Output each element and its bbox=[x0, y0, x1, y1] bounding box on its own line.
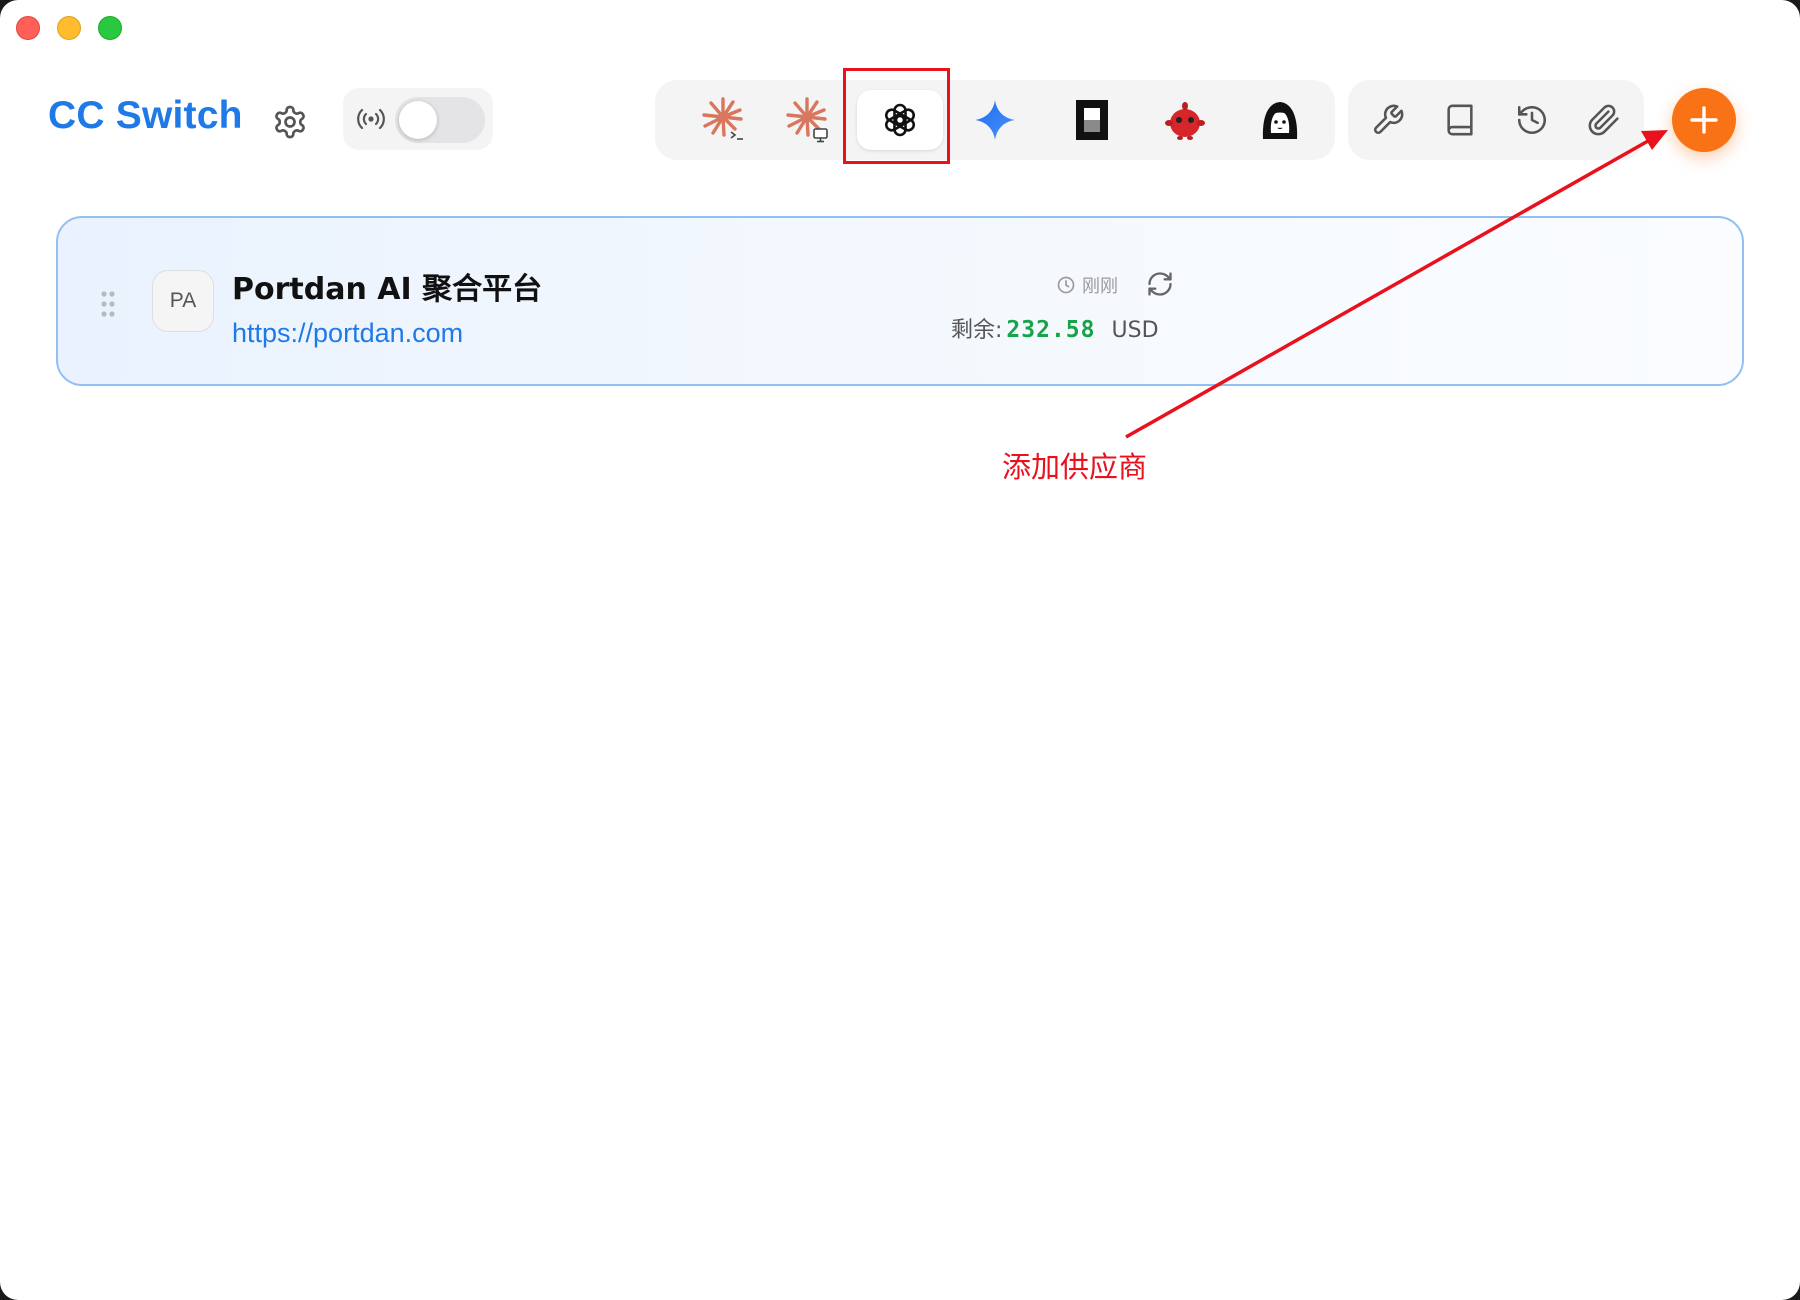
plus-icon bbox=[1690, 106, 1718, 134]
provider-url-link[interactable]: https://portdan.com bbox=[232, 318, 463, 349]
tools-button[interactable] bbox=[1364, 96, 1412, 144]
last-updated-text: 刚刚 bbox=[1082, 276, 1118, 297]
add-provider-button[interactable] bbox=[1672, 88, 1736, 152]
history-icon bbox=[1517, 105, 1547, 135]
last-updated: 刚刚 bbox=[1056, 272, 1118, 298]
proxy-toggle-switch[interactable] bbox=[395, 97, 485, 143]
app-window: CC Switch PA Portdan AI 聚合平台 https://por… bbox=[0, 0, 1800, 1300]
refresh-balance-button[interactable] bbox=[1146, 270, 1174, 298]
settings-button[interactable] bbox=[272, 104, 308, 140]
window-close-button[interactable] bbox=[16, 16, 40, 40]
provider-card[interactable]: PA Portdan AI 聚合平台 https://portdan.com 刚… bbox=[56, 216, 1744, 386]
tab-claude-code[interactable] bbox=[682, 90, 768, 150]
provider-name: Portdan AI 聚合平台 bbox=[232, 272, 543, 307]
claude-code-terminal-icon bbox=[702, 97, 743, 140]
gemini-sparkle-icon bbox=[975, 100, 1015, 140]
annotation-label: 添加供应商 bbox=[1002, 450, 1148, 484]
tab-gemini[interactable] bbox=[952, 90, 1038, 150]
app-tabs-group bbox=[655, 80, 1335, 160]
broadcast-icon bbox=[357, 108, 385, 130]
proxy-toggle-group bbox=[343, 88, 493, 150]
book-icon bbox=[1447, 104, 1473, 136]
tab-opencode[interactable] bbox=[1049, 90, 1135, 150]
balance-label: 剩余: bbox=[951, 318, 1003, 343]
paperclip-icon bbox=[1588, 104, 1619, 136]
clock-icon bbox=[1057, 276, 1075, 294]
tab-mascot[interactable] bbox=[1142, 90, 1228, 150]
window-controls bbox=[16, 16, 122, 40]
active-tab-highlight bbox=[843, 68, 950, 164]
refresh-icon bbox=[1148, 272, 1172, 296]
app-title: CC Switch bbox=[48, 94, 243, 137]
claude-desktop-icon bbox=[786, 97, 828, 143]
provider-avatar: PA bbox=[152, 270, 214, 332]
annotation-arrow bbox=[1125, 130, 1668, 439]
red-mascot-icon bbox=[1165, 102, 1205, 140]
balance-currency: USD bbox=[1111, 318, 1159, 343]
gear-icon bbox=[275, 105, 305, 139]
window-minimize-button[interactable] bbox=[57, 16, 81, 40]
opencode-icon bbox=[1076, 100, 1108, 140]
tools-group bbox=[1348, 80, 1644, 160]
wrench-icon bbox=[1374, 104, 1404, 134]
balance: 剩余: 232.58 USD bbox=[951, 312, 1159, 344]
attachments-button[interactable] bbox=[1580, 96, 1628, 144]
drag-handle-icon[interactable] bbox=[100, 290, 116, 318]
window-maximize-button[interactable] bbox=[98, 16, 122, 40]
anime-avatar-icon bbox=[1262, 102, 1298, 139]
history-button[interactable] bbox=[1508, 96, 1556, 144]
docs-button[interactable] bbox=[1436, 96, 1484, 144]
tab-claude-desktop[interactable] bbox=[766, 90, 852, 150]
toggle-knob bbox=[399, 101, 437, 139]
balance-amount: 232.58 bbox=[1006, 317, 1096, 343]
tab-avatar-app[interactable] bbox=[1237, 90, 1323, 150]
